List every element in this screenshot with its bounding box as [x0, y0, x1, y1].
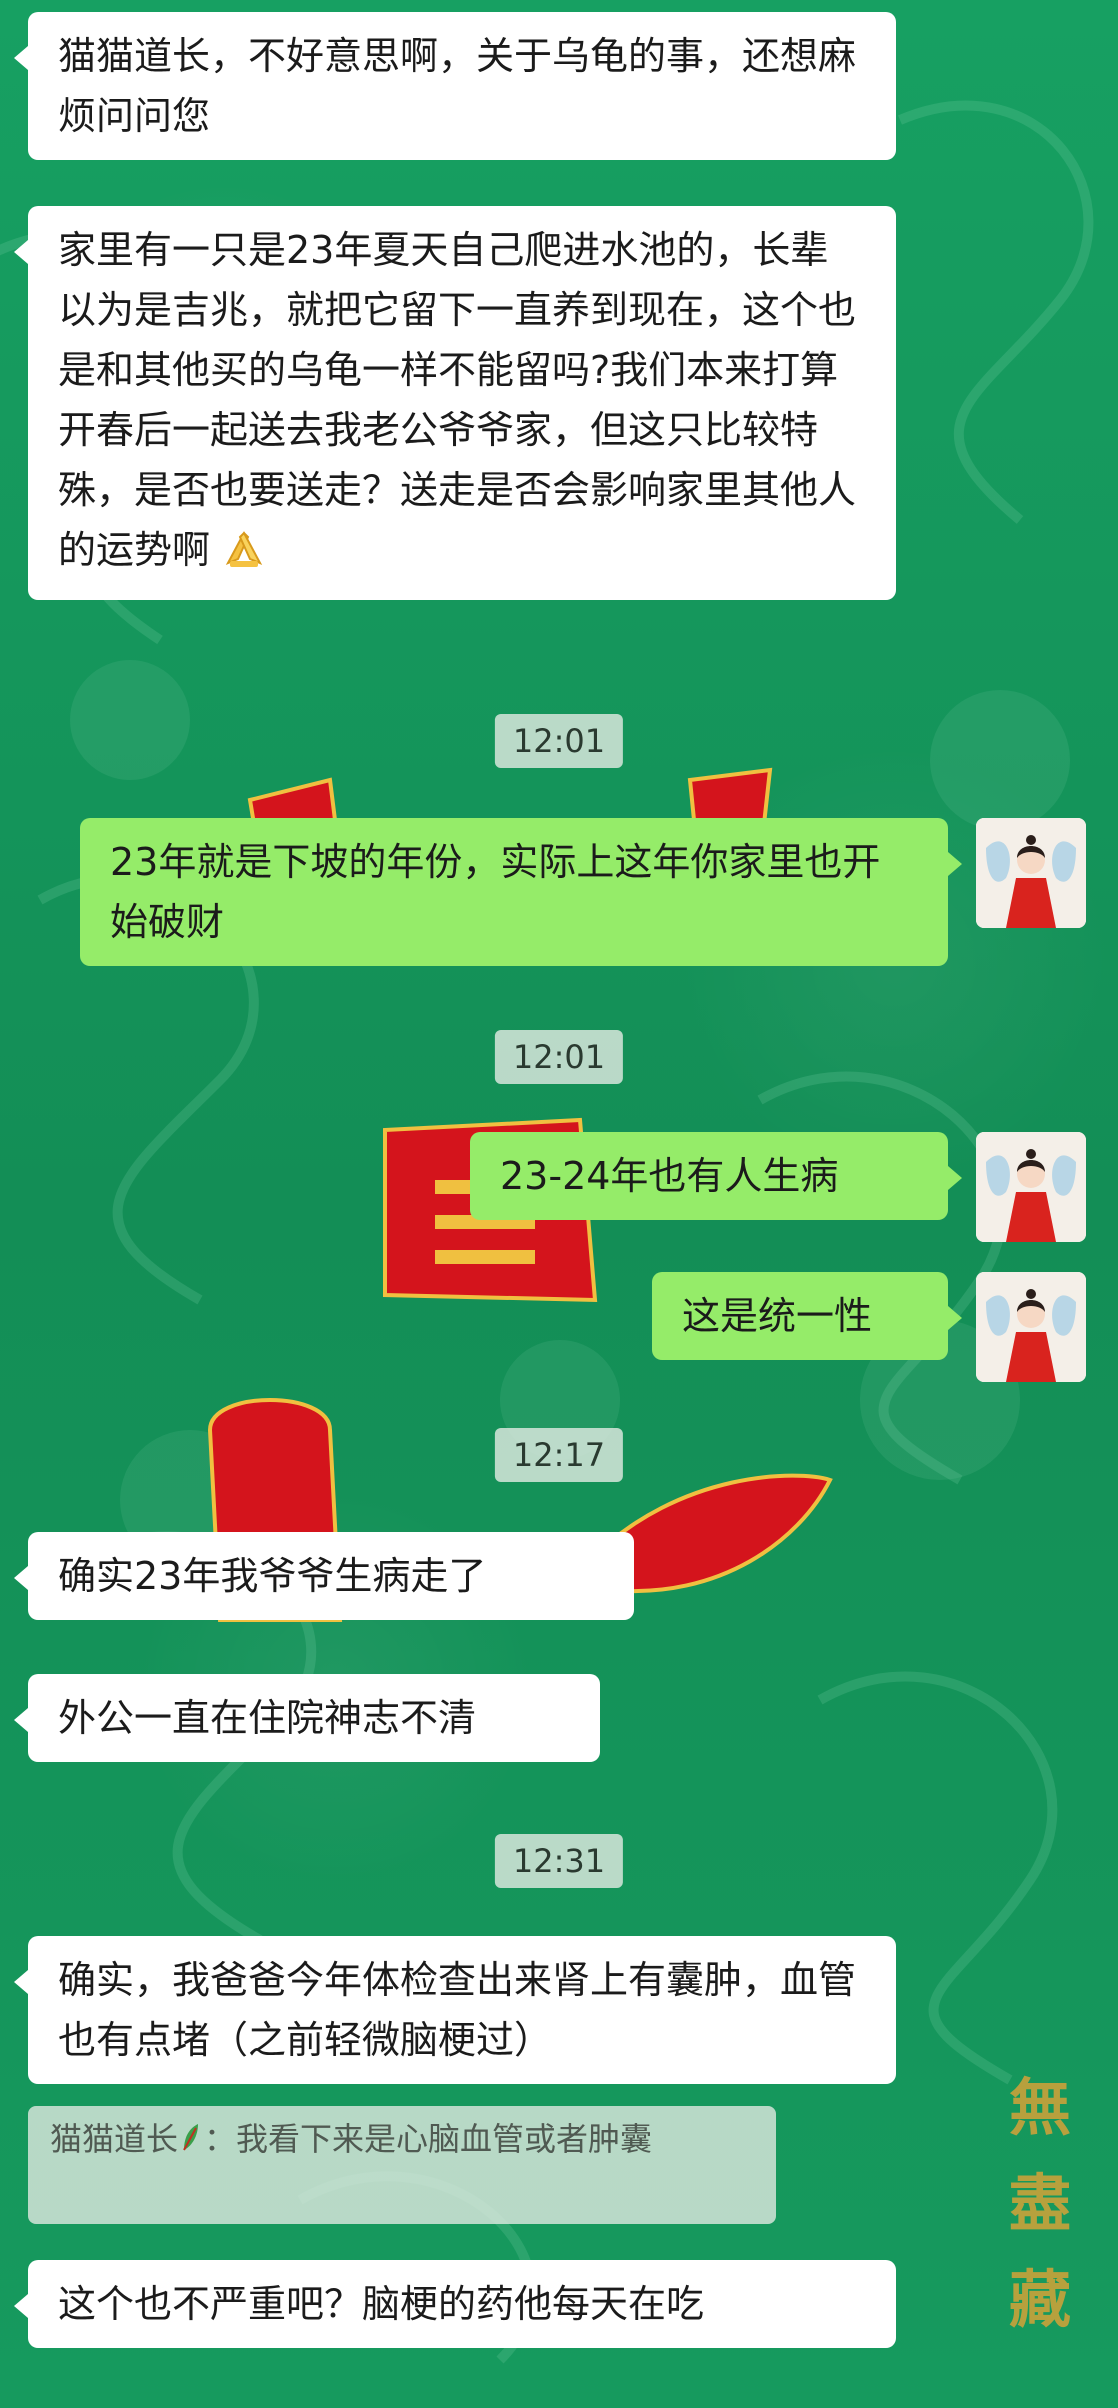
message-text: 外公一直在住院神志不清 [58, 1696, 477, 1740]
watermark-seal: 無盡藏 [1000, 2060, 1080, 2348]
quoted-message[interactable]: 猫猫道长 ：我看下来是心脑血管或者肿囊 [28, 2106, 776, 2224]
message-bubble-incoming[interactable]: 这个也不严重吧？脑梗的药他每天在吃 [14, 2260, 896, 2348]
avatar[interactable] [976, 1272, 1086, 1382]
folded-hands-emoji [222, 526, 266, 586]
avatar-image [976, 1272, 1086, 1382]
timestamp: 12:17 [494, 1428, 624, 1482]
avatar[interactable] [976, 818, 1086, 928]
message-bubble-incoming[interactable]: 外公一直在住院神志不清 [14, 1674, 600, 1762]
watermark-text: 無盡藏 [1008, 2071, 1071, 2336]
message-bubble-incoming[interactable]: 确实23年我爷爷生病走了 [14, 1532, 634, 1620]
leaf-icon [180, 2116, 202, 2166]
message-bubble-outgoing[interactable]: 23-24年也有人生病 [470, 1132, 962, 1220]
message-text: 确实，我爸爸今年体检查出来肾上有囊肿，血管也有点堵（之前轻微脑梗过） [58, 1958, 857, 2062]
timestamp: 12:01 [494, 714, 624, 768]
timestamp: 12:31 [494, 1834, 624, 1888]
message-bubble-incoming[interactable]: 家里有一只是23年夏天自己爬进水池的，长辈以为是吉兆，就把它留下一直养到现在，这… [14, 206, 896, 600]
message-bubble-outgoing[interactable]: 这是统一性 [652, 1272, 962, 1360]
avatar-image [976, 818, 1086, 928]
message-text: 家里有一只是23年夏天自己爬进水池的，长辈以为是吉兆，就把它留下一直养到现在，这… [58, 228, 857, 572]
message-text: 23-24年也有人生病 [500, 1154, 839, 1198]
message-bubble-incoming[interactable]: 猫猫道长，不好意思啊，关于乌龟的事，还想麻烦问问您 [14, 12, 896, 160]
quote-separator: ： [204, 2120, 237, 2158]
message-bubble-outgoing[interactable]: 23年就是下坡的年份，实际上这年你家里也开始破财 [80, 818, 962, 966]
avatar-image [976, 1132, 1086, 1242]
message-text: 这是统一性 [682, 1294, 873, 1338]
quote-sender-name: 猫猫道长 [50, 2120, 179, 2158]
message-text: 猫猫道长，不好意思啊，关于乌龟的事，还想麻烦问问您 [58, 34, 857, 138]
chat-area: 猫猫道长，不好意思啊，关于乌龟的事，还想麻烦问问您 家里有一只是23年夏天自己爬… [0, 0, 1118, 2408]
avatar[interactable] [976, 1132, 1086, 1242]
quote-text: 我看下来是心脑血管或者肿囊 [236, 2120, 653, 2158]
timestamp: 12:01 [494, 1030, 624, 1084]
message-text: 确实23年我爷爷生病走了 [58, 1554, 487, 1598]
message-text: 这个也不严重吧？脑梗的药他每天在吃 [58, 2282, 705, 2326]
message-bubble-incoming[interactable]: 确实，我爸爸今年体检查出来肾上有囊肿，血管也有点堵（之前轻微脑梗过） [14, 1936, 896, 2084]
message-text: 23年就是下坡的年份，实际上这年你家里也开始破财 [110, 840, 881, 944]
